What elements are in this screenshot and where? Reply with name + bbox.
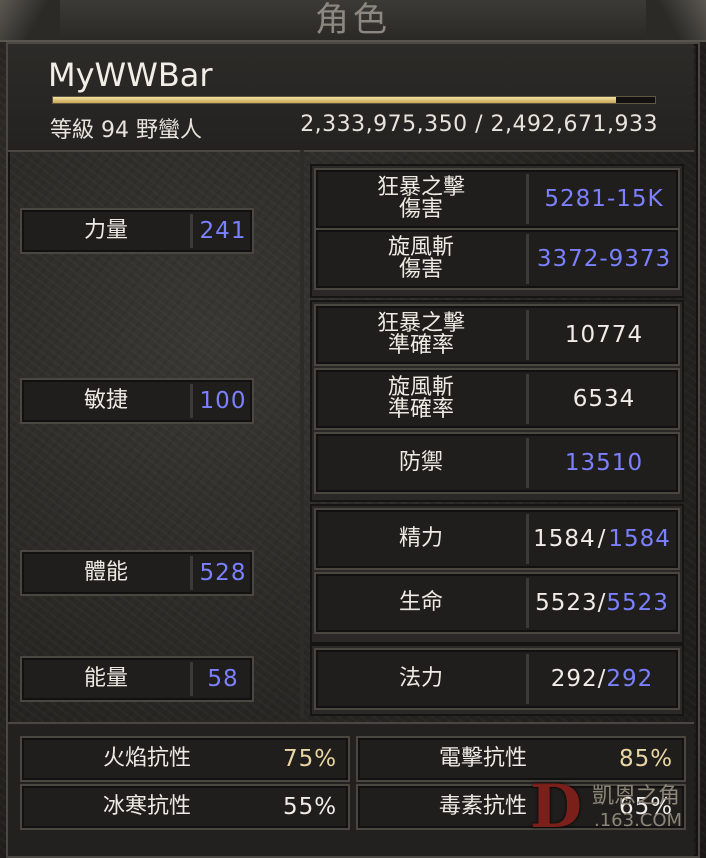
stat-label: 狂暴之擊 傷害 — [376, 175, 465, 222]
resistance-value: 75% — [282, 746, 338, 772]
experience-bar-fill — [53, 97, 617, 103]
attribute-strength: 力量 241 — [20, 208, 254, 254]
resistance-value: 55% — [282, 794, 338, 820]
stat-value: 5523/5523 — [535, 590, 669, 616]
attribute-vitality: 體能 528 — [20, 550, 254, 596]
attribute-value: 241 — [199, 218, 247, 244]
stat-value: 1584/1584 — [533, 526, 671, 552]
divider — [190, 214, 193, 248]
column-divider — [300, 150, 304, 718]
attribute-value: 58 — [207, 666, 239, 692]
stat-label: 防禦 — [398, 450, 443, 475]
divider — [190, 662, 193, 696]
stat-label: 狂暴之擊 準確率 — [376, 311, 465, 358]
stat-label: 精力 — [398, 526, 443, 551]
stat-label: 法力 — [398, 666, 443, 691]
attribute-value: 528 — [199, 560, 247, 586]
watermark-text: 凱恩之角 — [592, 784, 681, 809]
divider — [190, 556, 193, 590]
stat-value: 3372-9373 — [536, 246, 672, 272]
title-bar: 角色 — [0, 0, 706, 42]
divider — [190, 384, 193, 418]
life-row: 生命 5523/5523 — [314, 572, 680, 634]
experience-value: 2,333,975,350 / 2,492,671,933 — [300, 112, 658, 137]
mana-row: 法力 292/292 — [314, 648, 680, 710]
stat-label: 旋風斬 傷害 — [387, 235, 454, 282]
stat-value: 292/292 — [550, 666, 654, 692]
frenzy-accuracy-row: 狂暴之擊 準確率 10774 — [314, 304, 680, 366]
level-class-label: 等級 94 野蠻人 — [50, 118, 202, 143]
stamina-row: 精力 1584/1584 — [314, 508, 680, 570]
frenzy-damage-row: 狂暴之擊 傷害 5281-15K — [314, 168, 680, 230]
resistance-label: 火焰抗性 — [102, 746, 191, 771]
attribute-label: 力量 — [83, 218, 128, 243]
stat-value: 5281-15K — [544, 186, 664, 212]
site-watermark: D 凱恩之角 .163.COM — [530, 772, 700, 842]
stat-label: 生命 — [398, 590, 443, 615]
divider — [526, 438, 529, 488]
divider — [526, 234, 529, 284]
attribute-label: 敏捷 — [83, 388, 128, 413]
window-title: 角色 — [315, 0, 391, 40]
watermark-domain: .163.COM — [594, 810, 683, 831]
attribute-energy: 能量 58 — [20, 656, 254, 702]
character-name: MyWWBar — [48, 56, 213, 94]
divider — [526, 374, 529, 424]
fire-resistance: 火焰抗性 75% — [20, 736, 350, 782]
experience-bar — [52, 96, 656, 104]
resistance-label: 冰寒抗性 — [102, 794, 191, 819]
stat-label: 旋風斬 準確率 — [387, 375, 454, 422]
watermark-logo: D — [530, 772, 583, 842]
attribute-dexterity: 敏捷 100 — [20, 378, 254, 424]
defense-row: 防禦 13510 — [314, 432, 680, 494]
attribute-label: 能量 — [83, 666, 128, 691]
whirlwind-accuracy-row: 旋風斬 準確率 6534 — [314, 368, 680, 430]
stat-value: 10774 — [564, 322, 644, 348]
stat-value: 6534 — [572, 386, 636, 412]
divider — [526, 310, 529, 360]
cold-resistance: 冰寒抗性 55% — [20, 784, 350, 830]
attribute-value: 100 — [199, 388, 247, 414]
whirlwind-damage-row: 旋風斬 傷害 3372-9373 — [314, 228, 680, 290]
divider — [526, 174, 529, 224]
attribute-label: 體能 — [83, 560, 128, 585]
stat-value: 13510 — [564, 450, 644, 476]
